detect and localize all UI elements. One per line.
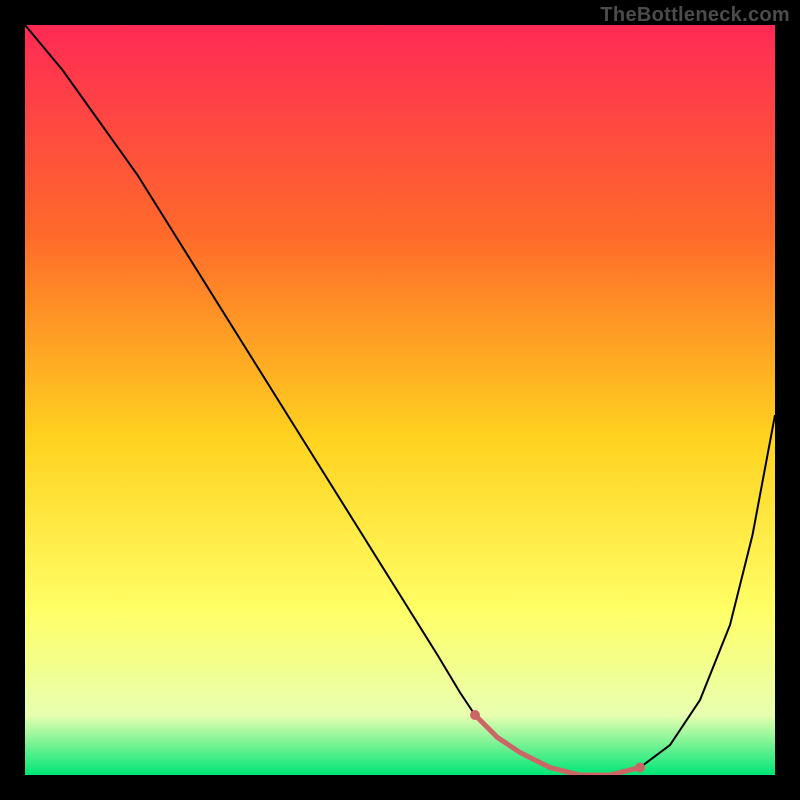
chart-stage: TheBottleneck.com — [0, 0, 800, 800]
highlight-dot-start — [470, 710, 480, 720]
bottleneck-curve — [25, 25, 775, 775]
curve-layer — [25, 25, 775, 775]
plot-area — [25, 25, 775, 775]
highlight-dot-end — [635, 763, 645, 773]
watermark-text: TheBottleneck.com — [600, 4, 790, 27]
highlight-segment — [475, 715, 640, 775]
